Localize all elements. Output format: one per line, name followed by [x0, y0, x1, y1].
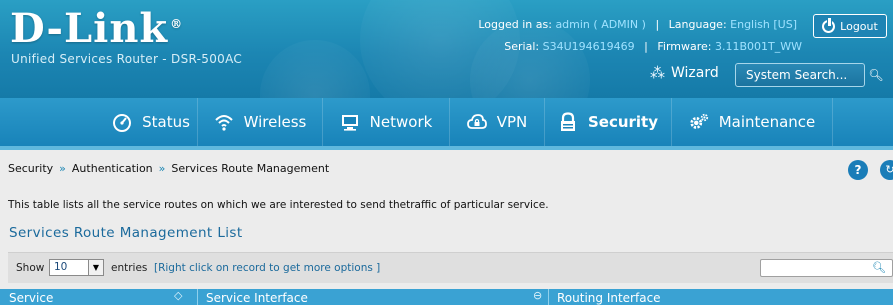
lock-icon [560, 112, 575, 131]
breadcrumb-item-authentication[interactable]: Authentication [72, 162, 153, 175]
gears-icon [690, 113, 708, 129]
wizard-label: Wizard [671, 65, 719, 81]
nav-item-status[interactable]: Status [105, 98, 198, 146]
language-link[interactable]: English [US] [730, 18, 797, 31]
registered-mark: ® [170, 16, 184, 31]
logout-button[interactable]: Logout [813, 14, 887, 38]
monitor-icon [341, 115, 358, 131]
column-divider [548, 289, 549, 305]
column-divider [197, 289, 198, 305]
language-label: Language: [668, 18, 727, 31]
product-subtitle: Unified Services Router - DSR-500AC [11, 52, 243, 66]
firmware-value: 3.11B001T_WW [714, 40, 802, 53]
logged-in-user: admin ( ADMIN ) [555, 18, 646, 31]
main-nav: Status Wireless Network VPN Security Mai… [0, 98, 893, 150]
show-label: Show [16, 262, 45, 274]
page-size-select[interactable]: 10 ▼ [49, 259, 104, 276]
breadcrumb-separator: » [158, 162, 166, 175]
help-button[interactable]: ? [848, 160, 868, 180]
entries-label: entries [111, 262, 148, 274]
right-click-hint: [Right click on record to get more optio… [154, 262, 381, 274]
device-info: Serial: S34U194619469 | Firmware: 3.11B0… [504, 40, 802, 53]
magic-wand-icon: ⁂ [650, 64, 665, 82]
column-header-service[interactable]: Service [9, 291, 53, 305]
page-size-value: 10 [54, 261, 68, 273]
cloud-lock-icon [466, 114, 487, 129]
section-title: Services Route Management List [9, 225, 243, 241]
sort-icon[interactable]: ◇ [174, 289, 182, 302]
separator: | [655, 18, 660, 31]
breadcrumb-separator: » [59, 162, 66, 175]
serial-value: S34U194619469 [542, 40, 635, 53]
page-description: This table lists all the service routes … [8, 199, 549, 211]
breadcrumb: Security » Authentication » Services Route M… [8, 162, 329, 175]
search-icon: 🔍︎ [872, 261, 886, 274]
chevron-down-icon: ▼ [88, 260, 103, 275]
table-controls: Show 10 ▼ entries [Right click on record… [8, 252, 893, 283]
wizard-link[interactable]: ⁂ Wizard [650, 64, 719, 82]
nav-label: Maintenance [718, 113, 816, 131]
serial-label: Serial: [504, 40, 540, 53]
nav-item-maintenance[interactable]: Maintenance [672, 98, 833, 146]
nav-label: Wireless [243, 113, 307, 131]
breadcrumb-item-current: Services Route Management [171, 162, 330, 175]
nav-label: VPN [496, 113, 528, 131]
table-header: Service ◇ Service Interface ⊖ Routing In… [0, 289, 893, 305]
breadcrumb-item-security[interactable]: Security [8, 162, 53, 175]
nav-item-network[interactable]: Network [323, 98, 450, 146]
nav-label: Status [142, 113, 190, 131]
system-search-input[interactable]: System Search... [735, 63, 865, 87]
nav-item-security[interactable]: Security [545, 98, 672, 146]
sort-icon[interactable]: ⊖ [533, 289, 542, 302]
separator: | [644, 40, 648, 53]
brand-logo: D-Link ® [10, 5, 183, 52]
header-decoration [260, 40, 370, 98]
logo-text: D-Link [10, 5, 169, 52]
nav-item-vpn[interactable]: VPN [450, 98, 545, 146]
nav-label: Security [587, 113, 659, 131]
logout-label: Logout [840, 19, 878, 33]
refresh-icon[interactable]: ↻ [880, 160, 893, 180]
column-header-routing-interface[interactable]: Routing Interface [557, 291, 661, 305]
nav-label: Network [369, 113, 433, 131]
search-icon[interactable]: 🔍︎ [865, 63, 887, 87]
nav-item-wireless[interactable]: Wireless [198, 98, 323, 146]
login-info: Logged in as: admin ( ADMIN ) | Language… [478, 18, 797, 31]
power-icon [822, 17, 836, 33]
column-header-service-interface[interactable]: Service Interface [206, 291, 308, 305]
logged-in-label: Logged in as: [478, 18, 552, 31]
dashboard-icon [113, 114, 132, 132]
header: D-Link ® Unified Services Router - DSR-50… [0, 0, 893, 98]
table-search-input[interactable]: 🔍︎ [760, 259, 893, 277]
wifi-icon [214, 115, 233, 131]
firmware-label: Firmware: [657, 40, 712, 53]
